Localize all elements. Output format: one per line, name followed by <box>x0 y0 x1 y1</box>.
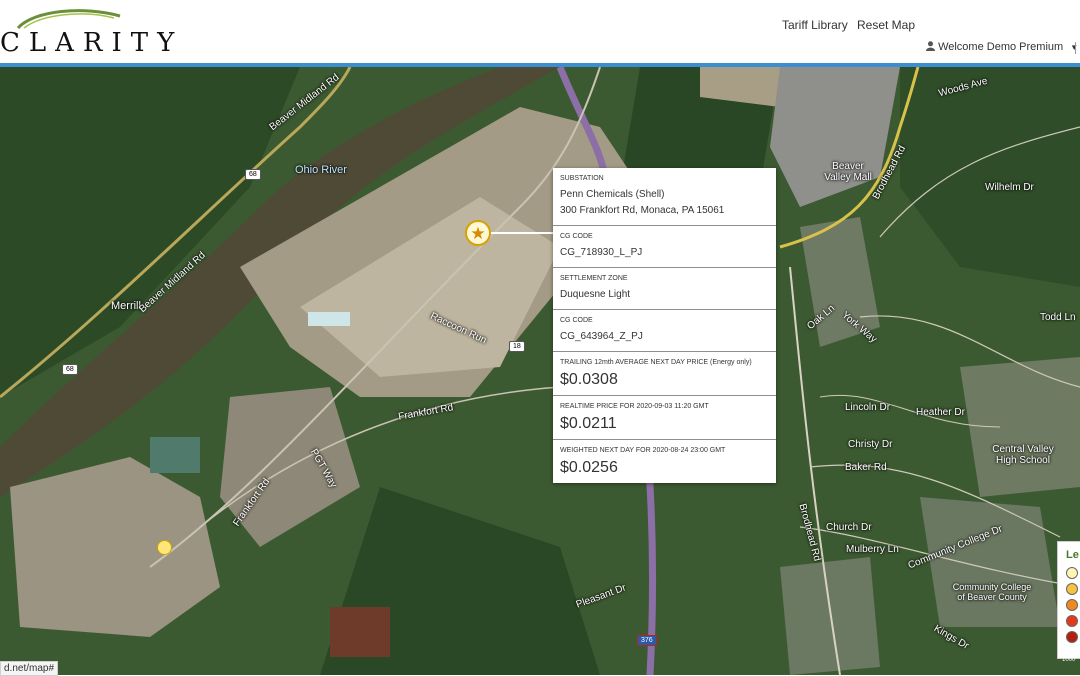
popup-cg-code-section-2: CG CODE CG_643964_Z_PJ <box>553 310 776 352</box>
app-header: CLARITY Tariff Library Reset Map Welcome… <box>0 0 1080 63</box>
logo-swoosh-icon <box>16 9 121 30</box>
popup-cg-code-label-2: CG CODE <box>560 317 593 324</box>
legend-color-dot-3 <box>1066 599 1078 611</box>
route-18-shield: 18 <box>509 341 525 352</box>
popup-trailing-avg-price: $0.0308 <box>560 371 618 388</box>
popup-settlement-zone-value: Duquesne Light <box>560 289 631 300</box>
legend-title: Le <box>1066 549 1079 561</box>
map-imagery <box>0 67 1080 675</box>
map-label-lincoln-dr: Lincoln Dr <box>845 402 891 413</box>
route-68-shield: 68 <box>245 169 261 180</box>
legend-color-dot-4 <box>1066 615 1078 627</box>
popup-weighted-section: WEIGHTED NEXT DAY FOR 2020-08-24 23:00 G… <box>553 440 776 483</box>
popup-realtime-label: REALTIME PRICE FOR 2020-09-03 11:20 GMT <box>560 403 709 410</box>
popup-settlement-zone-label: SETTLEMENT ZONE <box>560 275 628 282</box>
map-legend: Le <box>1057 541 1080 659</box>
map-scale: 1000 <box>1062 657 1076 663</box>
map-label-todd-ln: Todd Ln <box>1040 312 1076 323</box>
nav-divider <box>1075 42 1076 54</box>
legend-dots <box>1058 567 1080 643</box>
clarity-logo[interactable]: CLARITY <box>0 6 210 58</box>
map-label-wilhelm-dr: Wilhelm Dr <box>985 182 1034 193</box>
reset-map-link[interactable]: Reset Map <box>857 18 915 32</box>
route-68-shield-2: 68 <box>62 364 78 375</box>
map-label-baker-rd: Baker Rd <box>845 462 887 473</box>
map-label-church-dr: Church Dr <box>826 522 872 533</box>
popup-cg-code-value-2: CG_643964_Z_PJ <box>560 331 643 342</box>
popup-substation-address: 300 Frankfort Rd, Monaca, PA 15061 <box>560 205 725 216</box>
popup-substation-name: Penn Chemicals (Shell) <box>560 189 665 200</box>
user-icon <box>926 41 935 51</box>
popup-trailing-avg-label: TRAILING 12mth AVERAGE NEXT DAY PRICE (E… <box>560 359 752 366</box>
map-label-central-valley: Central Valley High School <box>992 444 1054 466</box>
popup-cg-code-label-1: CG CODE <box>560 233 593 240</box>
popup-substation-label: SUBSTATION <box>560 175 604 182</box>
substation-marker-dot[interactable] <box>157 540 172 555</box>
map-label-mulberry-ln: Mulberry Ln <box>846 544 899 555</box>
legend-color-dot-1 <box>1066 567 1078 579</box>
legend-color-dot-5 <box>1066 631 1078 643</box>
map-label-heather-dr: Heather Dr <box>916 407 965 418</box>
popup-weighted-label: WEIGHTED NEXT DAY FOR 2020-08-24 23:00 G… <box>560 447 726 454</box>
map-label-ccbc: Community College of Beaver County <box>952 582 1032 602</box>
popup-realtime-section: REALTIME PRICE FOR 2020-09-03 11:20 GMT … <box>553 396 776 440</box>
satellite-map[interactable]: Ohio River Merrill Beaver Midland Rd Bea… <box>0 67 1080 675</box>
popup-realtime-price: $0.0211 <box>560 415 617 432</box>
map-label-beaver-valley-mall: Beaver Valley Mall <box>824 161 872 183</box>
user-menu-label: Welcome Demo Premium <box>938 41 1064 53</box>
popup-substation-section: SUBSTATION Penn Chemicals (Shell) 300 Fr… <box>553 168 776 226</box>
popup-trailing-avg-section: TRAILING 12mth AVERAGE NEXT DAY PRICE (E… <box>553 352 776 396</box>
substation-marker-star-icon[interactable]: ★ <box>465 220 491 246</box>
legend-color-dot-2 <box>1066 583 1078 595</box>
substation-info-popup: SUBSTATION Penn Chemicals (Shell) 300 Fr… <box>553 168 776 483</box>
interstate-376-shield: 376 <box>637 635 657 646</box>
popup-weighted-price: $0.0256 <box>560 459 618 476</box>
map-label-ohio-river: Ohio River <box>295 164 347 176</box>
logo-text: CLARITY <box>0 28 184 58</box>
map-label-christy-dr: Christy Dr <box>848 439 893 450</box>
popup-cg-code-section-1: CG CODE CG_718930_L_PJ <box>553 226 776 268</box>
popup-settlement-zone-section: SETTLEMENT ZONE Duquesne Light <box>553 268 776 310</box>
tariff-library-link[interactable]: Tariff Library <box>782 18 848 32</box>
popup-cg-code-value-1: CG_718930_L_PJ <box>560 247 643 258</box>
user-menu[interactable]: Welcome Demo Premium ▼ <box>926 41 1078 53</box>
status-bar-url: d.net/map# <box>0 661 59 676</box>
